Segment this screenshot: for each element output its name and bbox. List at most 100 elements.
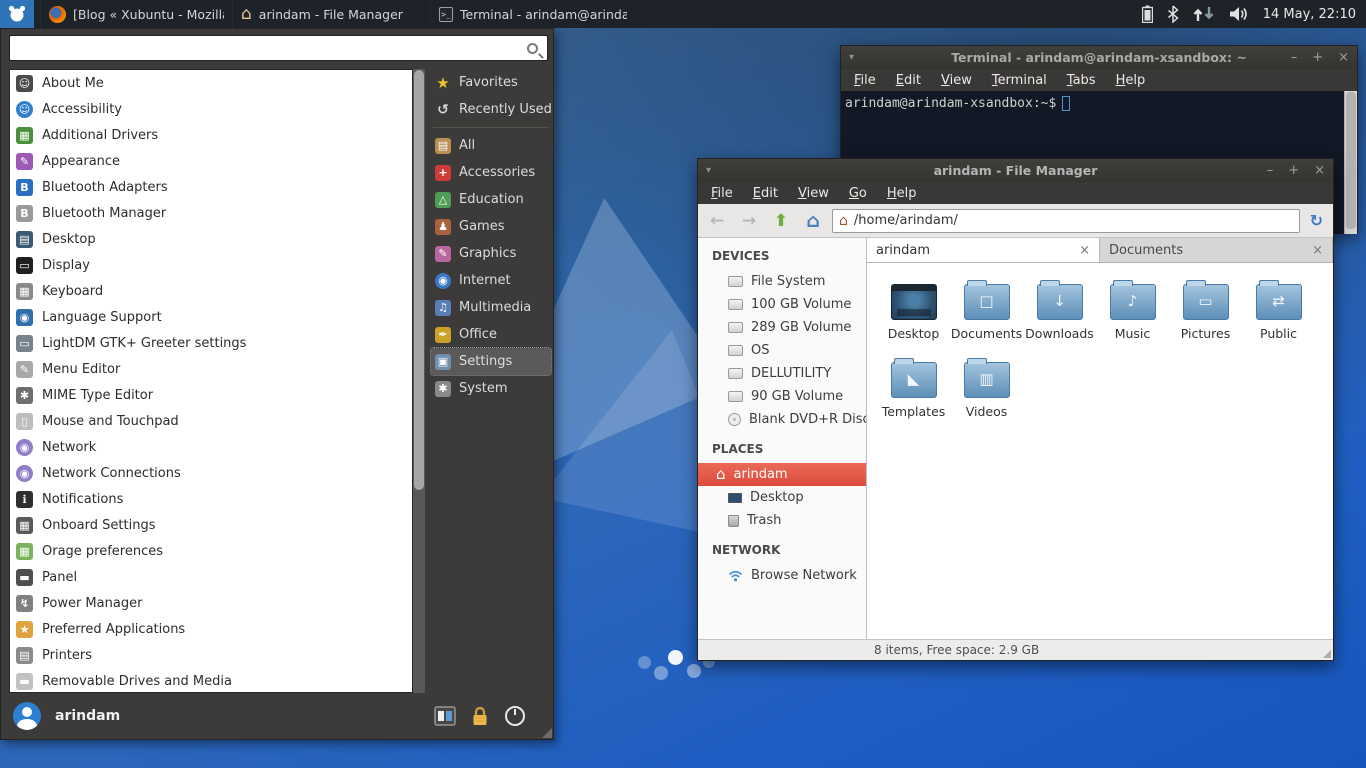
forward-button[interactable]: → xyxy=(736,209,762,233)
panel-clock[interactable]: 14 May, 22:10 xyxy=(1263,7,1356,22)
close-button[interactable]: × xyxy=(1338,46,1349,69)
network-browse[interactable]: Browse Network xyxy=(698,564,866,587)
home-button[interactable]: ⌂ xyxy=(800,209,826,233)
terminal-titlebar[interactable]: ▾ Terminal - arindam@arindam-xsandbox: ~… xyxy=(841,46,1357,69)
menu-item-menu-editor[interactable]: ✎Menu Editor xyxy=(10,356,412,382)
maximize-button[interactable]: + xyxy=(1312,46,1323,69)
all-settings-button[interactable] xyxy=(432,704,457,729)
menu-item-keyboard[interactable]: ▦Keyboard xyxy=(10,278,412,304)
shutdown-button[interactable] xyxy=(502,704,527,729)
maximize-button[interactable]: + xyxy=(1288,159,1299,182)
search-box[interactable] xyxy=(9,35,548,61)
menu-file[interactable]: File xyxy=(845,73,885,88)
file-music[interactable]: ♪ Music xyxy=(1096,279,1169,341)
window-menu-icon[interactable]: ▾ xyxy=(706,165,711,176)
place-desktop[interactable]: Desktop xyxy=(698,486,866,509)
file-desktop[interactable]: Desktop xyxy=(877,279,950,341)
menu-item-preferred-applications[interactable]: ★Preferred Applications xyxy=(10,616,412,642)
menu-item-display[interactable]: ▭Display xyxy=(10,252,412,278)
taskbar-button-firefox[interactable]: [Blog « Xubuntu - Mozilla Fire... xyxy=(40,0,232,28)
network-arrows-icon[interactable] xyxy=(1193,6,1215,22)
menu-view[interactable]: View xyxy=(932,73,981,88)
category-settings[interactable]: ▣Settings xyxy=(431,348,551,375)
menu-item-orage-preferences[interactable]: ▦Orage preferences xyxy=(10,538,412,564)
file-public[interactable]: ⇄ Public xyxy=(1242,279,1315,341)
device-dellutility[interactable]: DELLUTILITY xyxy=(698,362,866,385)
category-education[interactable]: △Education xyxy=(431,186,551,213)
path-bar[interactable]: ⌂ /home/arindam/ xyxy=(832,209,1300,233)
menu-item-onboard-settings[interactable]: ▦Onboard Settings xyxy=(10,512,412,538)
menu-edit[interactable]: Edit xyxy=(744,186,787,201)
menu-item-lightdm[interactable]: ▭LightDM GTK+ Greeter settings xyxy=(10,330,412,356)
menu-item-additional-drivers[interactable]: ▦Additional Drivers xyxy=(10,122,412,148)
menu-item-language-support[interactable]: ◉Language Support xyxy=(10,304,412,330)
menu-item-network-connections[interactable]: ◉Network Connections xyxy=(10,460,412,486)
file-templates[interactable]: ◣ Templates xyxy=(877,357,950,419)
device-file-system[interactable]: File System xyxy=(698,270,866,293)
resize-grip[interactable] xyxy=(1323,650,1331,658)
user-avatar[interactable] xyxy=(13,702,41,730)
place-home-arindam[interactable]: ⌂arindam xyxy=(698,463,866,486)
minimize-button[interactable]: – xyxy=(1267,159,1274,182)
category-multimedia[interactable]: ♫Multimedia xyxy=(431,294,551,321)
menu-item-removable-drives[interactable]: ▬Removable Drives and Media xyxy=(10,668,412,693)
menu-help[interactable]: Help xyxy=(1107,73,1155,88)
menu-terminal[interactable]: Terminal xyxy=(983,73,1056,88)
close-button[interactable]: × xyxy=(1314,159,1325,182)
menu-item-desktop[interactable]: ▤Desktop xyxy=(10,226,412,252)
menu-item-appearance[interactable]: ✎Appearance xyxy=(10,148,412,174)
menu-tabs[interactable]: Tabs xyxy=(1058,73,1105,88)
taskbar-button-terminal[interactable]: >_ Terminal - arindam@arinda... xyxy=(430,0,635,28)
reload-button[interactable]: ↻ xyxy=(1306,211,1327,230)
menu-edit[interactable]: Edit xyxy=(887,73,930,88)
tab-arindam[interactable]: arindam× xyxy=(867,238,1100,262)
menu-view[interactable]: View xyxy=(789,186,838,201)
menu-item-bluetooth-adapters[interactable]: BBluetooth Adapters xyxy=(10,174,412,200)
menu-item-notifications[interactable]: ℹNotifications xyxy=(10,486,412,512)
whisker-menu-button[interactable] xyxy=(0,0,34,28)
terminal-scrollbar[interactable] xyxy=(1344,91,1357,234)
file-icon-view[interactable]: Desktop □ Documents ↓ Downloads ♪ Music … xyxy=(867,263,1333,639)
list-scrollbar[interactable] xyxy=(413,69,425,693)
scrollbar-thumb[interactable] xyxy=(414,70,424,490)
menu-item-mime-type-editor[interactable]: ✱MIME Type Editor xyxy=(10,382,412,408)
fm-titlebar[interactable]: ▾ arindam - File Manager – + × xyxy=(698,159,1333,182)
battery-icon[interactable] xyxy=(1142,5,1153,23)
category-internet[interactable]: ◉Internet xyxy=(431,267,551,294)
device-os[interactable]: OS xyxy=(698,339,866,362)
bluetooth-icon[interactable] xyxy=(1167,5,1179,23)
close-tab-icon[interactable]: × xyxy=(1079,243,1090,258)
file-documents[interactable]: □ Documents xyxy=(950,279,1023,341)
place-trash[interactable]: Trash xyxy=(698,509,866,532)
menu-item-bluetooth-manager[interactable]: BBluetooth Manager xyxy=(10,200,412,226)
file-downloads[interactable]: ↓ Downloads xyxy=(1023,279,1096,341)
menu-item-network[interactable]: ◉Network xyxy=(10,434,412,460)
volume-icon[interactable] xyxy=(1229,6,1249,22)
category-accessories[interactable]: +Accessories xyxy=(431,159,551,186)
taskbar-button-file-manager[interactable]: ⌂ arindam - File Manager xyxy=(232,0,430,28)
device-90gb-volume[interactable]: 90 GB Volume xyxy=(698,385,866,408)
terminal-scrollbar-thumb[interactable] xyxy=(1346,92,1356,229)
window-menu-icon[interactable]: ▾ xyxy=(849,52,854,63)
resize-grip[interactable] xyxy=(542,728,552,738)
file-pictures[interactable]: ▭ Pictures xyxy=(1169,279,1242,341)
category-favorites[interactable]: ★Favorites xyxy=(431,69,551,96)
menu-item-accessibility[interactable]: ☺Accessibility xyxy=(10,96,412,122)
menu-item-about-me[interactable]: ☺About Me xyxy=(10,70,412,96)
category-games[interactable]: ♟Games xyxy=(431,213,551,240)
minimize-button[interactable]: – xyxy=(1291,46,1298,69)
close-tab-icon[interactable]: × xyxy=(1312,243,1323,258)
category-system[interactable]: ✱System xyxy=(431,375,551,402)
up-button[interactable]: ⬆ xyxy=(768,209,794,233)
category-graphics[interactable]: ✎Graphics xyxy=(431,240,551,267)
category-office[interactable]: ✒Office xyxy=(431,321,551,348)
menu-item-power-manager[interactable]: ↯Power Manager xyxy=(10,590,412,616)
tab-documents[interactable]: Documents× xyxy=(1100,238,1333,262)
file-videos[interactable]: ▥ Videos xyxy=(950,357,1023,419)
category-recently-used[interactable]: ↺Recently Used xyxy=(431,96,551,123)
device-blank-dvd[interactable]: Blank DVD+R Disc▲ xyxy=(698,408,866,431)
menu-item-mouse-touchpad[interactable]: ▯Mouse and Touchpad xyxy=(10,408,412,434)
menu-item-panel[interactable]: ▬Panel xyxy=(10,564,412,590)
menu-help[interactable]: Help xyxy=(878,186,926,201)
device-289gb-volume[interactable]: 289 GB Volume xyxy=(698,316,866,339)
